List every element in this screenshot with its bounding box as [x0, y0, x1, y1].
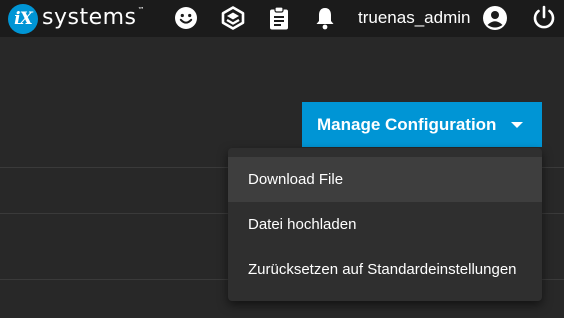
- logo-trademark: ™: [137, 5, 145, 14]
- logo-wordmark: systems™: [42, 4, 145, 30]
- manage-configuration-label: Manage Configuration: [317, 114, 497, 134]
- menu-item-label: Zurücksetzen auf Standardeinstellungen: [248, 261, 517, 278]
- task-manager-clipboard-icon[interactable]: [266, 5, 292, 31]
- menu-item-upload-file[interactable]: Datei hochladen: [228, 202, 542, 247]
- feedback-smile-icon[interactable]: [173, 5, 199, 31]
- ixsystems-logo[interactable]: iX systems™: [8, 3, 145, 34]
- manage-configuration-button[interactable]: Manage Configuration: [302, 102, 542, 147]
- menu-item-label: Datei hochladen: [248, 216, 357, 233]
- menu-item-download-file[interactable]: Download File: [228, 157, 542, 202]
- logo-text: systems: [42, 4, 137, 30]
- top-toolbar: iX systems™ truenas_admin: [0, 0, 564, 37]
- truecommand-icon[interactable]: [220, 5, 246, 31]
- username-label: truenas_admin: [358, 8, 471, 27]
- manage-configuration-menu: Download File Datei hochladen Zurücksetz…: [228, 148, 542, 301]
- menu-item-label: Download File: [248, 171, 344, 188]
- caret-down-icon: [511, 122, 523, 128]
- notifications-bell-icon[interactable]: [312, 5, 338, 31]
- menu-item-reset-to-defaults[interactable]: Zurücksetzen auf Standardeinstellungen: [228, 247, 542, 292]
- power-icon[interactable]: [531, 5, 557, 31]
- logo-badge: iX: [8, 3, 38, 34]
- account-circle-icon[interactable]: [482, 5, 508, 31]
